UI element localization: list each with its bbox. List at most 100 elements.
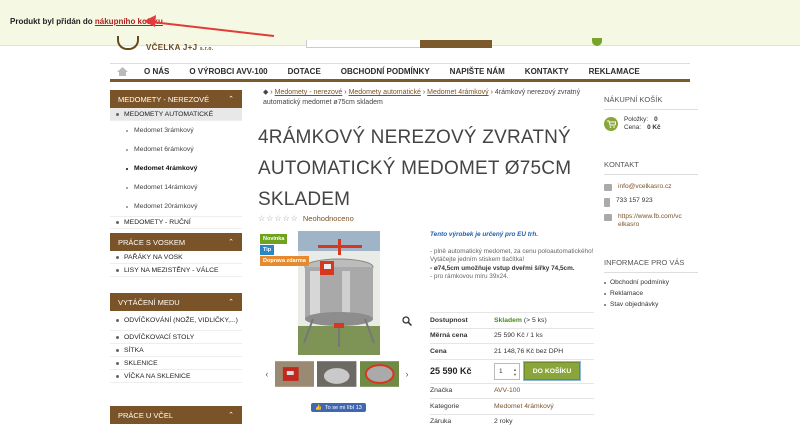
nav-o-nas[interactable]: O NÁS xyxy=(144,67,169,76)
notification-message: Produkt byl přidán do xyxy=(10,17,95,26)
add-to-cart-button[interactable]: DO KOŠÍKU xyxy=(524,362,580,380)
param-key: Značka xyxy=(430,387,453,395)
sidebar-vcely: PRÁCE U VČEL ⌃ xyxy=(110,406,242,424)
sidebar-head-med[interactable]: VYTÁČENÍ MEDU ⌃ xyxy=(110,293,242,311)
sidebar-item-vicka[interactable]: VÍČKA NA SKLENICE xyxy=(110,370,242,383)
nav-o-vyrobci[interactable]: O VÝROBCI AVV-100 xyxy=(189,67,267,76)
sidebar-item-paraky[interactable]: PAŘÁKY NA VOSK xyxy=(110,251,242,264)
thumbnail-image[interactable] xyxy=(317,361,357,387)
info-link-label: Stav objednávky xyxy=(610,301,659,308)
sidebar-medomety: MEDOMETY - NEREZOVÉ ⌃ MEDOMETY AUTOMATICK… xyxy=(110,90,242,229)
info-link[interactable]: Obchodní podmínky xyxy=(604,277,698,288)
breadcrumb-link[interactable]: Medomety - nerezové xyxy=(275,89,343,96)
info-link-label: Reklamace xyxy=(610,290,643,297)
sidebar-item-sitka[interactable]: SÍTKA xyxy=(110,344,242,357)
desc-line: - ø74,5cm umožňuje vstup dveřmi šířky 74… xyxy=(430,264,575,272)
param-row: Záruka 2 roky xyxy=(430,413,594,428)
sidebar-item-sklenice[interactable]: SKLENICE xyxy=(110,357,242,370)
chevron-left-icon[interactable]: ‹ xyxy=(262,369,272,379)
sidebar-item-label: MEDOMETY AUTOMATICKÉ xyxy=(124,110,214,118)
facebook-like-label: To se mi líbí 13 xyxy=(324,404,362,411)
cart-summary[interactable]: Položky: 0 Cena: 0 Kč xyxy=(604,116,698,132)
star-rating-icon[interactable]: ☆☆☆☆☆ xyxy=(258,214,299,223)
param-value: AVV-100 xyxy=(494,387,520,394)
sidebar-subitem-current[interactable]: Medomet 4rámkový xyxy=(110,159,242,178)
contact-email: info@vcelkasro.cz xyxy=(604,183,698,191)
desc-line: - pro rámkovou míru 39x24. xyxy=(430,273,509,280)
facebook-link[interactable]: https://www.fb.com/vc elkasro xyxy=(618,213,682,229)
nav-kontakty[interactable]: KONTAKTY xyxy=(525,67,569,76)
breadcrumb-home-icon[interactable]: ◆ xyxy=(263,89,268,96)
bullet-icon xyxy=(116,255,119,259)
sidebar-head-vosk[interactable]: PRÁCE S VOSKEM ⌃ xyxy=(110,233,242,251)
breadcrumb-link[interactable]: Medomet 4rámkový xyxy=(427,89,488,96)
bullet-icon xyxy=(116,221,119,224)
sidebar-item-label: MEDOMETY - RUČNÍ xyxy=(124,219,191,226)
sidebar-head-label: VYTÁČENÍ MEDU xyxy=(118,297,180,307)
product-rating: ☆☆☆☆☆ Neohodnoceno xyxy=(258,214,354,223)
badge-doprava: Doprava zdarma xyxy=(260,256,309,266)
sidebar-subitem-label: Medomet 4rámkový xyxy=(134,165,198,172)
sidebar-item-rucni[interactable]: MEDOMETY - RUČNÍ xyxy=(110,216,242,229)
sidebar-head-medomety[interactable]: MEDOMETY - NEREZOVÉ ⌃ xyxy=(110,90,242,108)
sidebar-item-odvickovani[interactable]: ODVÍČKOVÁNÍ (NOŽE, VIDLIČKY,...) xyxy=(110,311,242,331)
sidebar-head-vcely[interactable]: PRÁCE U VČEL ⌃ xyxy=(110,406,242,424)
sidebar-subitem[interactable]: Medomet 20rámkový xyxy=(110,197,242,216)
thumbs-up-icon: 👍 xyxy=(315,404,322,411)
sidebar-item-label: VÍČKA NA SKLENICE xyxy=(124,372,191,380)
nav-reklamace[interactable]: REKLAMACE xyxy=(589,67,640,76)
email-icon xyxy=(604,184,612,191)
bullet-icon xyxy=(116,319,119,322)
nav-dotace[interactable]: DOTACE xyxy=(288,67,321,76)
stepper-arrows-icon[interactable]: ▲ ▼ xyxy=(513,367,517,377)
home-icon[interactable] xyxy=(110,67,134,76)
bullet-icon xyxy=(126,129,128,132)
product-image[interactable]: Novinka Tip Doprava zdarma xyxy=(258,231,418,356)
info-link-label: Obchodní podmínky xyxy=(610,279,670,286)
sidebar-subitem[interactable]: Medomet 3rámkový xyxy=(110,121,242,140)
param-value: Skladem (> 5 ks) xyxy=(494,317,547,324)
quantity-stepper[interactable]: 1 ▲ ▼ xyxy=(494,362,520,380)
contact-title: KONTAKT xyxy=(604,160,698,175)
param-key: Kategorie xyxy=(430,402,460,410)
breadcrumb-link[interactable]: Medomety automatické xyxy=(349,89,421,96)
logo[interactable]: VČELKA J+J s.r.o. xyxy=(146,43,213,52)
bullet-icon xyxy=(126,148,128,151)
thumbnail-image[interactable] xyxy=(274,361,315,387)
logo-icon[interactable] xyxy=(117,36,139,50)
category-link[interactable]: Medomet 4rámkový xyxy=(494,403,554,410)
thumbnail-image[interactable] xyxy=(359,361,400,387)
search-input[interactable] xyxy=(306,40,492,48)
facebook-like-button[interactable]: 👍 To se mi líbí 13 xyxy=(311,403,366,412)
param-key: Cena xyxy=(430,347,447,355)
email-link[interactable]: info@vcelkasro.cz xyxy=(618,183,672,191)
arrow-annotation-icon xyxy=(144,15,275,37)
product-params: Dostupnost Skladem (> 5 ks) Měrná cena 2… xyxy=(430,312,594,428)
sidebar-item-stoly[interactable]: ODVÍČKOVACÍ STOLY xyxy=(110,331,242,344)
search-button[interactable] xyxy=(420,40,492,48)
sidebar-head-label: PRÁCE S VOSKEM xyxy=(118,237,186,247)
chevron-right-icon[interactable]: › xyxy=(402,369,412,379)
bullet-icon xyxy=(604,292,606,295)
bullet-icon xyxy=(126,205,128,208)
buy-row: 25 590 Kč 1 ▲ ▼ DO KOŠÍKU xyxy=(430,358,594,383)
contact-widget: KONTAKT info@vcelkasro.cz 733 157 923 ht… xyxy=(604,160,698,229)
contact-phone: 733 157 923 xyxy=(604,197,698,207)
sidebar-item-automaticke[interactable]: MEDOMETY AUTOMATICKÉ xyxy=(110,108,242,121)
info-link[interactable]: Reklamace xyxy=(604,288,698,299)
zoom-icon[interactable] xyxy=(402,316,413,328)
sidebar-subitem-label: Medomet 20rámkový xyxy=(134,203,198,210)
sidebar-subitem[interactable]: Medomet 6rámkový xyxy=(110,140,242,159)
cart-widget: NÁKUPNÍ KOŠÍK Položky: 0 Cena: 0 Kč xyxy=(604,95,698,132)
nav-obchodni-podminky[interactable]: OBCHODNÍ PODMÍNKY xyxy=(341,67,430,76)
sidebar-subitem[interactable]: Medomet 14rámkový xyxy=(110,178,242,197)
chevron-up-icon: ⌃ xyxy=(228,412,234,419)
cart-widget-title: NÁKUPNÍ KOŠÍK xyxy=(604,95,698,110)
nav-napiste-nam[interactable]: NAPIŠTE NÁM xyxy=(450,67,505,76)
sidebar-item-lisy[interactable]: LISY NA MEZISTĚNY - VÁLCE xyxy=(110,264,242,277)
info-link[interactable]: Stav objednávky xyxy=(604,299,698,310)
breadcrumb: ◆ › Medomety - nerezové › Medomety autom… xyxy=(263,89,581,106)
availability-extra: (> 5 ks) xyxy=(521,316,547,324)
brand-link[interactable]: AVV-100 xyxy=(494,387,520,394)
cart-items-label: Položky: xyxy=(624,116,649,123)
